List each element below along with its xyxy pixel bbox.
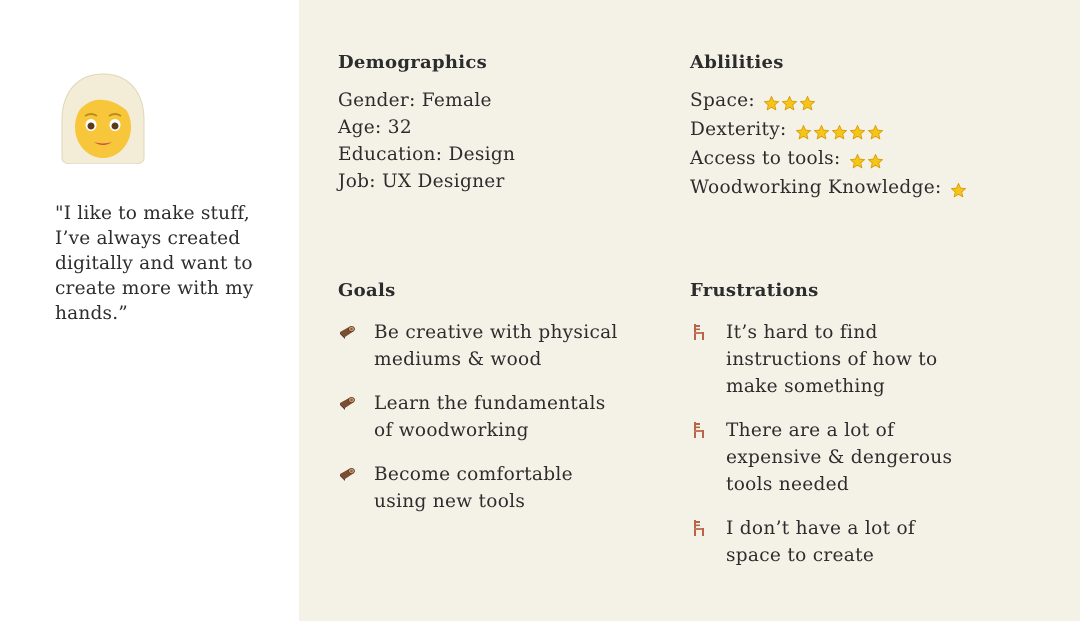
star-icon xyxy=(849,153,865,168)
star-icon xyxy=(867,124,883,139)
abilities-title: Ablilities xyxy=(690,52,784,73)
star-icon xyxy=(813,124,829,139)
star-rating xyxy=(950,176,968,203)
goals-title: Goals xyxy=(338,280,396,301)
star-rating xyxy=(849,147,885,174)
ability-row: Access to tools: xyxy=(690,145,1060,174)
woman-blond-hair-icon xyxy=(61,73,145,164)
ability-label: Access to tools: xyxy=(690,148,841,169)
demographics-job: Job: UX Designer xyxy=(338,171,505,192)
frustrations-title: Frustrations xyxy=(690,280,819,301)
frustration-text: It’s hard to find instructions of how to… xyxy=(726,322,938,397)
demographics-age: Age: 32 xyxy=(338,117,412,138)
frustration-text: There are a lot of expensive & dengerous… xyxy=(726,420,953,495)
wood-log-icon xyxy=(340,397,355,410)
ability-label: Woodworking Knowledge: xyxy=(690,177,942,198)
goal-text: Be creative with physical mediums & wood xyxy=(374,322,618,370)
star-icon xyxy=(849,124,865,139)
ability-row: Space: xyxy=(690,87,1060,116)
demographics-title: Demographics xyxy=(338,52,488,73)
goal-item: Learn the fundamentals of woodworking xyxy=(338,390,618,444)
star-icon xyxy=(800,95,816,110)
star-rating xyxy=(763,89,817,116)
persona-quote: "I like to make stuff, I’ve always creat… xyxy=(55,203,254,324)
abilities-section: Ablilities Space: Dexterity: Access to t… xyxy=(690,51,1060,203)
ability-label: Space: xyxy=(690,90,755,111)
ability-label: Dexterity: xyxy=(690,119,787,140)
frustration-item: I don’t have a lot of space to create xyxy=(690,515,970,569)
star-icon xyxy=(795,124,811,139)
ability-row: Dexterity: xyxy=(690,116,1060,145)
goal-text: Become comfortable using new tools xyxy=(374,464,573,512)
goals-section: Goals Be creative with physical mediums … xyxy=(338,279,618,532)
frustration-item: There are a lot of expensive & dengerous… xyxy=(690,417,970,498)
goal-item: Become comfortable using new tools xyxy=(338,461,618,515)
goal-item: Be creative with physical mediums & wood xyxy=(338,319,618,373)
star-icon xyxy=(764,95,780,110)
ability-row: Woodworking Knowledge: xyxy=(690,174,1060,203)
demographics-education: Education: Design xyxy=(338,144,516,165)
demographics-section: Demographics Gender: Female Age: 32 Educ… xyxy=(338,51,658,195)
chair-icon xyxy=(694,520,704,536)
demographics-gender: Gender: Female xyxy=(338,90,492,111)
persona-sidebar: "I like to make stuff, I’ve always creat… xyxy=(0,0,299,621)
star-rating xyxy=(795,118,885,145)
goal-text: Learn the fundamentals of woodworking xyxy=(374,393,606,441)
persona-card: "I like to make stuff, I’ve always creat… xyxy=(0,0,1080,621)
chair-icon xyxy=(694,324,704,340)
frustrations-section: Frustrations It’s hard to find instructi… xyxy=(690,279,970,586)
chair-icon xyxy=(694,422,704,438)
star-icon xyxy=(831,124,847,139)
frustration-item: It’s hard to find instructions of how to… xyxy=(690,319,970,400)
star-icon xyxy=(950,182,966,197)
frustration-text: I don’t have a lot of space to create xyxy=(726,518,916,566)
wood-log-icon xyxy=(340,468,355,481)
star-icon xyxy=(867,153,883,168)
wood-log-icon xyxy=(340,326,355,339)
star-icon xyxy=(782,95,798,110)
